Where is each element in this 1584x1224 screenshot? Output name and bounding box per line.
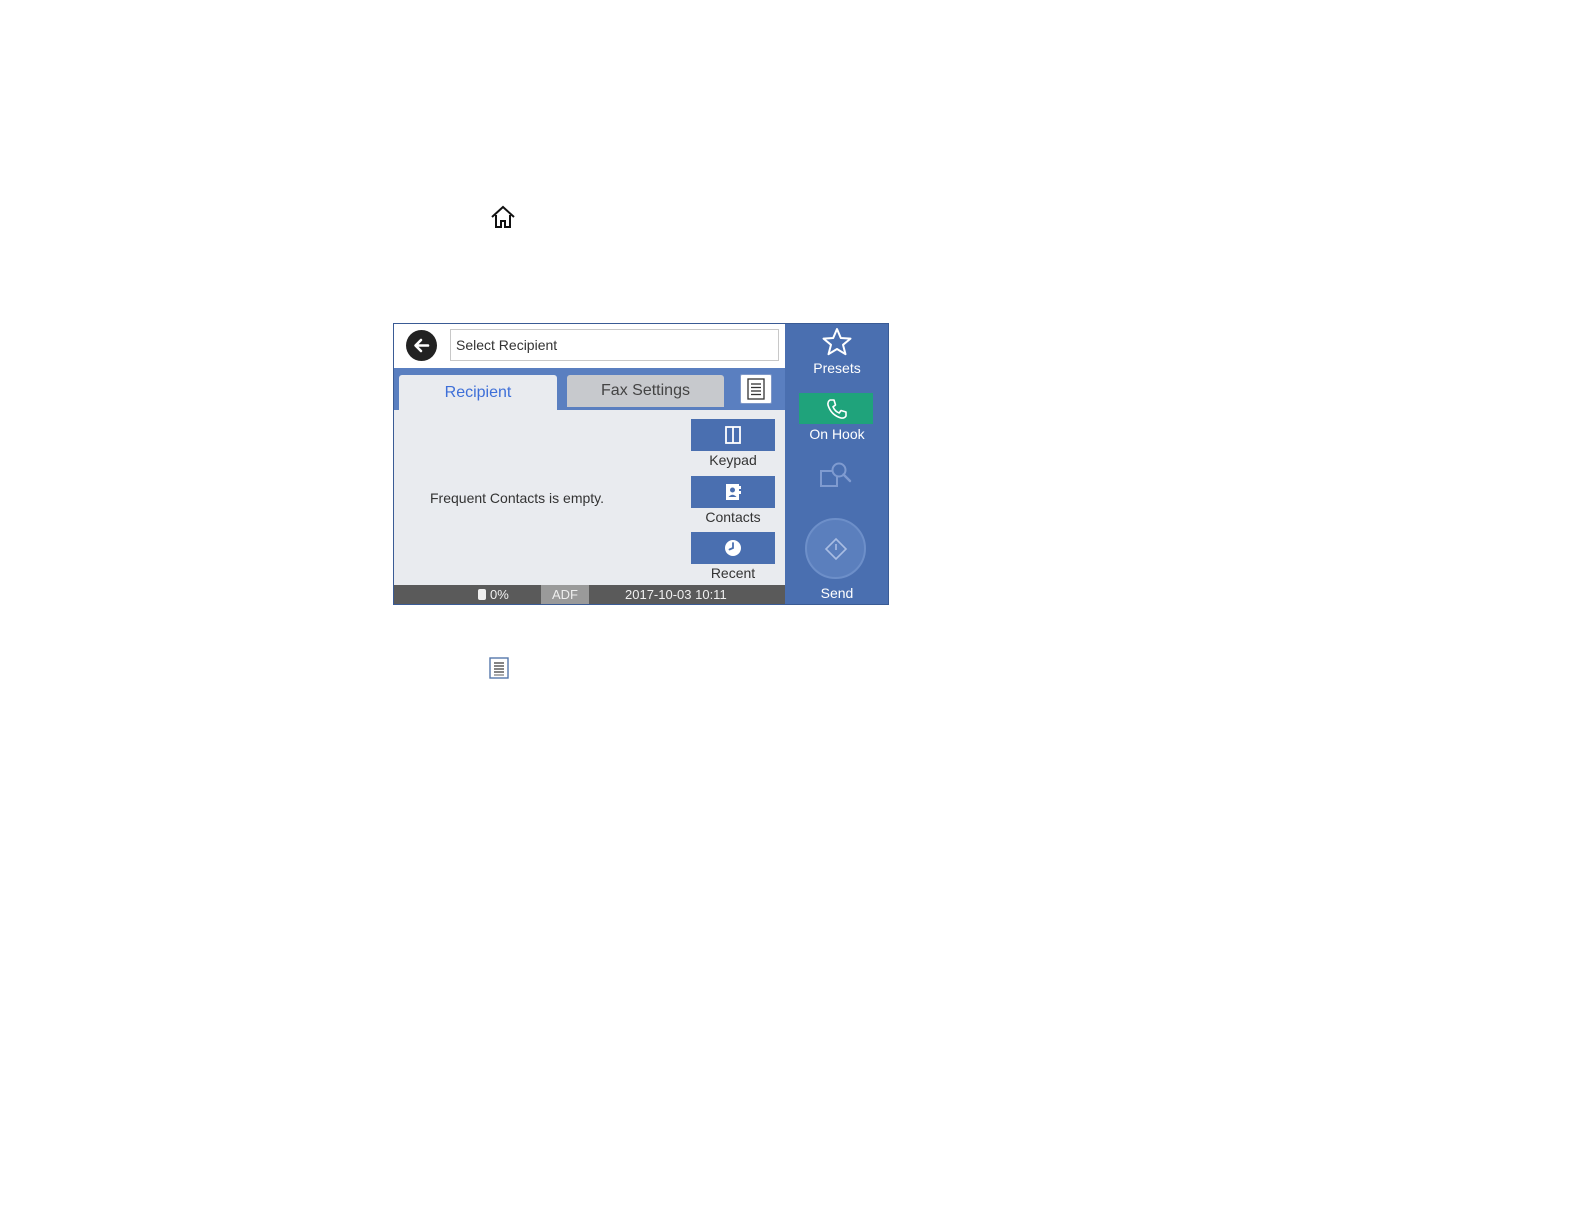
menu-button[interactable] [740,374,772,404]
recent-clock-icon [725,540,741,556]
contacts-button[interactable] [691,476,775,508]
start-diamond-icon [824,537,848,561]
status-datetime: 2017-10-03 10:11 [625,587,727,602]
send-label: Send [820,585,854,601]
tab-bar: Recipient Fax Settings [394,368,785,410]
recipient-input[interactable]: Select Recipient [450,329,779,361]
recipient-pane: Select Recipient Recipient Fax Settings … [394,324,785,604]
preview-icon [820,462,852,487]
menu-list-icon [747,378,765,400]
on-hook-label: On Hook [809,426,865,442]
fax-panel-screenshot: Select Recipient Recipient Fax Settings … [393,323,889,605]
star-icon [822,328,852,356]
menu-icon [489,657,509,679]
adf-indicator: ADF [541,585,589,604]
keypad-button[interactable] [691,419,775,451]
home-icon [491,205,515,228]
contacts-label: Contacts [705,509,761,525]
back-arrow-icon [414,338,430,353]
ink-cartridge-icon [478,589,486,600]
ink-level-value: 0% [490,587,509,602]
contacts-icon [726,484,741,500]
phone-icon [827,399,847,419]
recent-label: Recent [710,565,756,581]
keypad-label: Keypad [709,452,757,468]
status-bar: 0% ADF 2017-10-03 10:11 [394,585,785,604]
tab-fax-settings[interactable]: Fax Settings [567,375,724,407]
top-bar: Select Recipient [394,324,785,368]
ink-level: 0% [478,585,509,604]
keypad-icon [725,426,741,444]
back-button[interactable] [406,330,437,361]
send-button[interactable] [805,518,866,579]
empty-contacts-message: Frequent Contacts is empty. [430,490,605,506]
tab-recipient[interactable]: Recipient [399,375,557,410]
action-column: Presets On Hook Send [785,324,888,604]
presets-label: Presets [813,360,861,376]
on-hook-button[interactable] [799,393,873,424]
recent-button[interactable] [691,532,775,564]
